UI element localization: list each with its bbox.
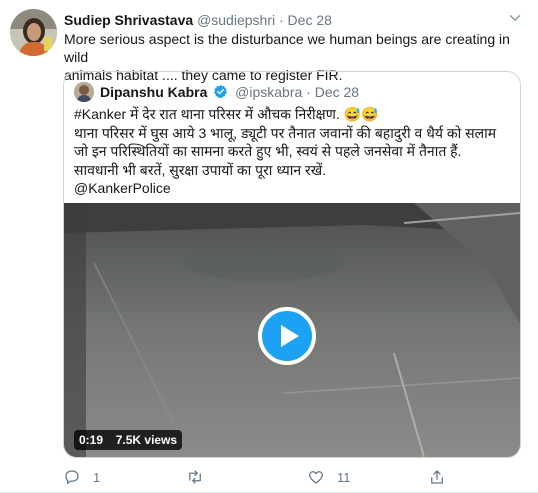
tweet[interactable]: Sudiep Shrivastava @sudiepshri · Dec 28 … [0,0,538,493]
quoted-header: Dipanshu Kabra @ipskabra · Dec 28 [100,83,359,101]
tweet-header: Sudiep Shrivastava @sudiepshri · Dec 28 [64,11,332,29]
author-name[interactable]: Sudiep Shrivastava [64,12,193,28]
retweet-icon [189,470,201,484]
quoted-date[interactable]: Dec 28 [315,84,359,100]
quoted-text-line: सावधानी भी बरतें, सुरक्षा उपायों का पूरा… [74,161,327,178]
quoted-author-name[interactable]: Dipanshu Kabra [100,84,207,100]
mention-link[interactable]: @KankerPolice [74,179,514,198]
avatar[interactable] [10,9,57,56]
separator: · [306,84,311,100]
quoted-text-line: #Kanker में देर रात थाना परिसर में औचक न… [74,106,379,122]
video-player[interactable]: 0:19 7.5K views [64,203,520,457]
tweet-text-line: More serious aspect is the disturbance w… [64,31,510,65]
like-icon [308,471,324,484]
verified-icon [214,84,228,99]
quoted-text-line: जो इन परिस्थितियों का सामना करते हुए भी,… [74,143,462,159]
reply-count: 1 [93,469,101,485]
quoted-text: #Kanker में देर रात थाना परिसर में औचक न… [74,105,514,198]
quoted-avatar[interactable] [74,82,94,102]
reply-icon [65,470,79,485]
reply-button[interactable]: 1 [63,466,100,488]
separator: · [278,12,284,28]
video-views: 7.5K views [115,433,178,447]
like-button[interactable]: 11 [307,466,351,488]
play-icon [281,325,299,347]
share-icon [431,470,443,484]
quoted-author-handle[interactable]: @ipskabra [235,84,302,100]
avatar-photo [10,9,57,56]
retweet-button[interactable] [186,466,216,488]
video-stats-badge: 0:19 7.5K views [74,430,183,450]
video-duration: 0:19 [79,433,104,447]
play-button[interactable] [258,307,316,365]
action-bar: 1 11 [63,466,483,488]
chevron-down-icon[interactable] [506,9,524,27]
author-handle[interactable]: @sudiepshri [197,12,275,28]
tweet-date[interactable]: Dec 28 [288,12,332,28]
like-count: 11 [337,469,351,485]
quoted-avatar-photo [74,82,94,102]
quoted-tweet[interactable]: Dipanshu Kabra @ipskabra · Dec 28 #Kanke… [63,71,521,458]
share-button[interactable] [428,466,446,488]
quoted-text-line: थाना परिसर में घुस आये 3 भालू, ड्यूटी पर… [74,124,497,141]
